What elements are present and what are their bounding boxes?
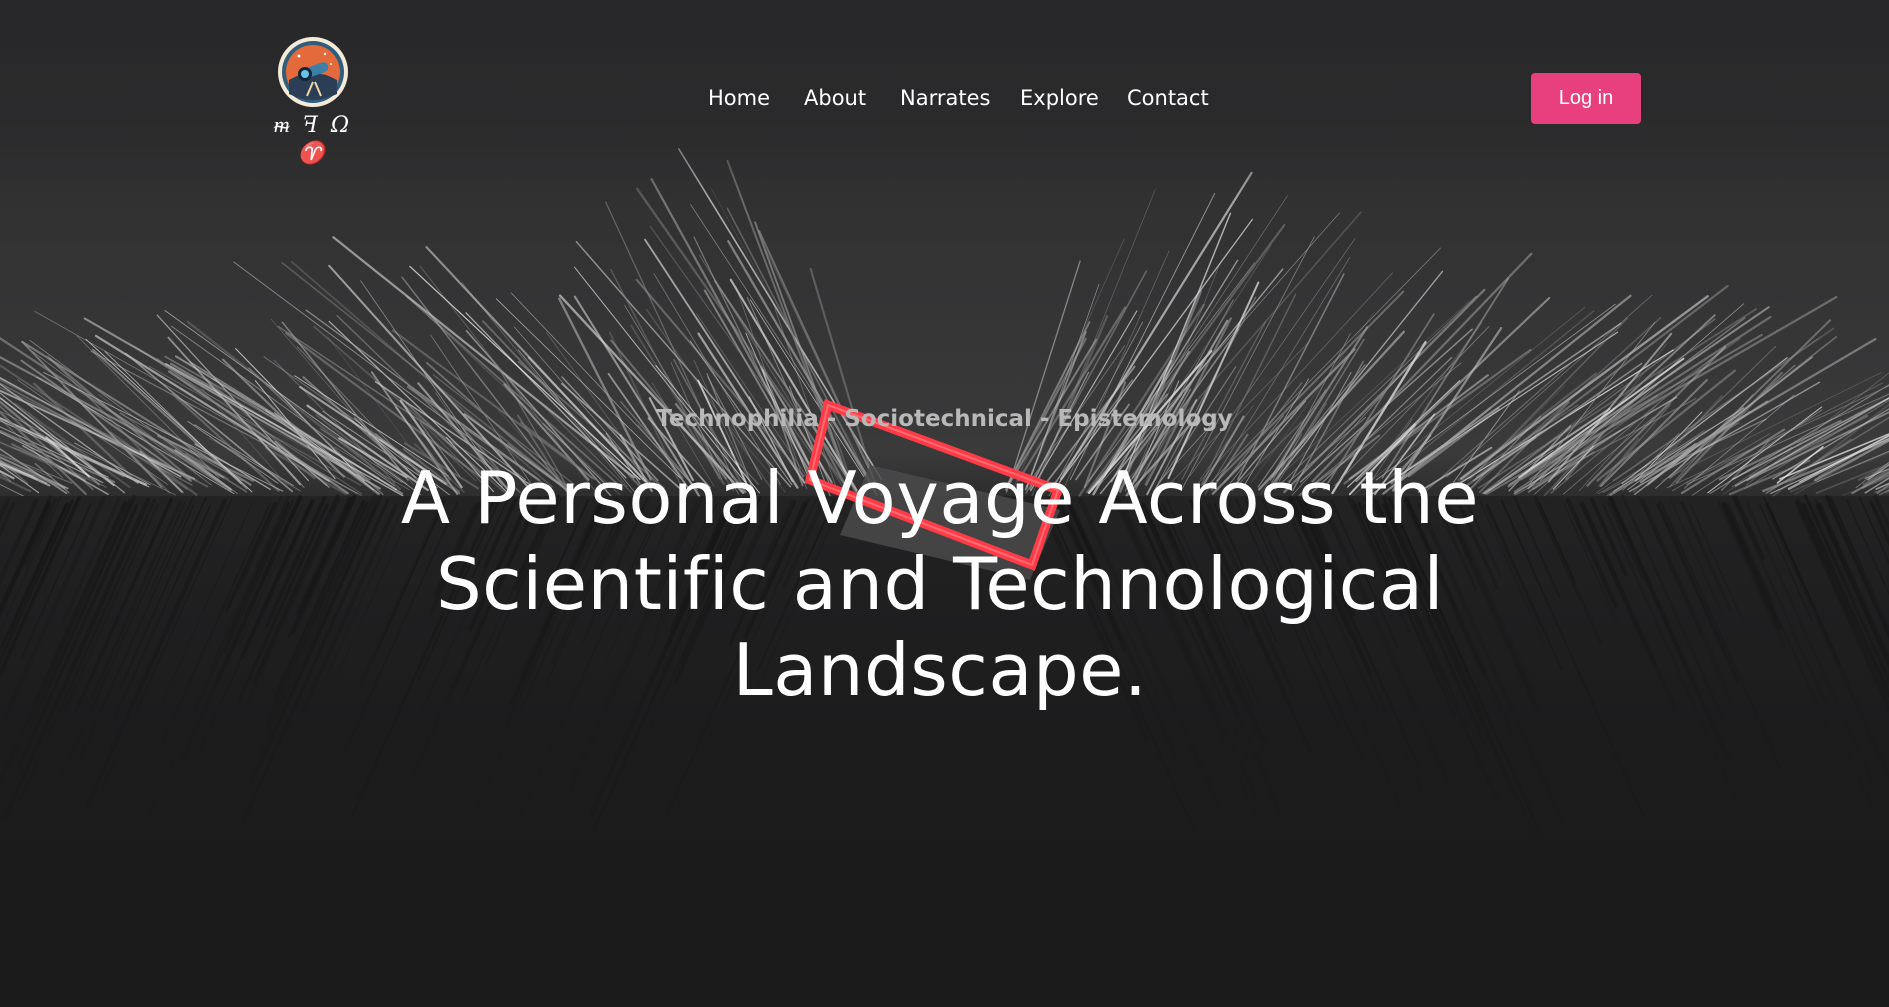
hero-title: A Personal Voyage Across the Scientific … — [300, 455, 1580, 713]
site-header: ᵯ ꟻ Ω ♈ Home About Narrates Explore Cont… — [0, 0, 1889, 166]
nav-item-contact[interactable]: Contact — [1127, 80, 1209, 116]
hero-title-line-2: Scientific and Technological — [435, 542, 1445, 626]
nav-item-narrates[interactable]: Narrates — [900, 80, 990, 116]
logo-wordmark: ᵯ ꟻ Ω ♈ — [273, 113, 353, 166]
login-button[interactable]: Log in — [1531, 73, 1641, 124]
hero-tagline: Technophilia - Sociotechnical - Epistemo… — [656, 406, 1233, 432]
hero-title-line-1: A Personal Voyage Across the — [400, 456, 1480, 540]
nav-item-explore[interactable]: Explore — [1020, 80, 1099, 116]
hero-title-line-3: Landscape. — [732, 628, 1148, 712]
landing-page: ᵯ ꟻ Ω ♈ Home About Narrates Explore Cont… — [0, 0, 1889, 1007]
nav-item-about[interactable]: About — [804, 80, 866, 116]
nav-item-home[interactable]: Home — [708, 80, 770, 116]
